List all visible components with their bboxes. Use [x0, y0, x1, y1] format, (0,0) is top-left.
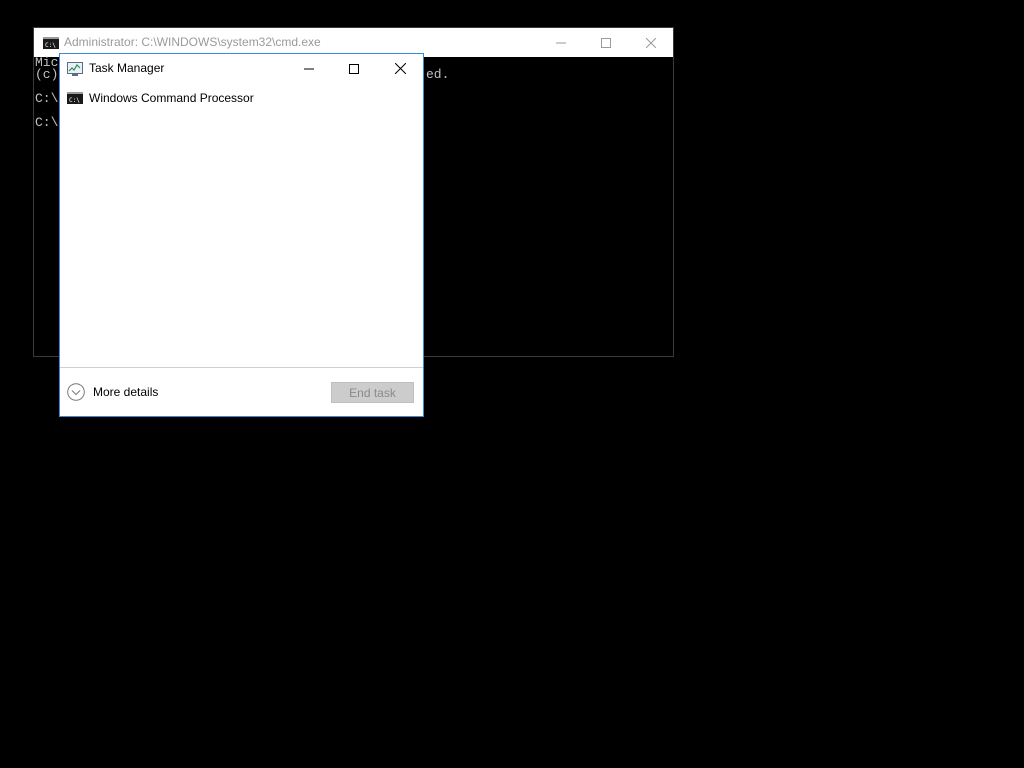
cmd-maximize-button[interactable] — [583, 28, 629, 57]
svg-text:C:\: C:\ — [69, 97, 80, 104]
task-manager-window[interactable]: Task Manager C:\ Windows Command Process… — [59, 53, 424, 417]
console-line: C:\ — [35, 91, 59, 106]
minimize-icon — [304, 68, 314, 69]
desktop: C:\ Administrator: C:\WINDOWS\system32\c… — [0, 0, 1024, 768]
end-task-button[interactable]: End task — [331, 382, 414, 403]
tm-close-button[interactable] — [377, 54, 423, 83]
list-item[interactable]: C:\ Windows Command Processor — [60, 87, 423, 109]
svg-text:C:\: C:\ — [45, 42, 56, 49]
cmd-window-title: Administrator: C:\WINDOWS\system32\cmd.e… — [64, 35, 321, 49]
cmd-icon: C:\ — [67, 92, 83, 104]
task-manager-titlebar[interactable]: Task Manager — [60, 54, 423, 84]
close-icon — [394, 63, 406, 74]
console-line-fragment: ed. — [426, 67, 450, 82]
console-line: (c) — [35, 67, 59, 82]
minimize-icon — [556, 42, 566, 43]
close-icon — [646, 37, 656, 48]
app-list: C:\ Windows Command Processor — [60, 84, 423, 367]
cmd-icon: C:\ — [43, 37, 59, 49]
app-name: Windows Command Processor — [89, 91, 254, 105]
cmd-minimize-button[interactable] — [538, 28, 584, 57]
task-manager-footer: More details End task — [60, 367, 423, 416]
more-details-button[interactable]: More details — [67, 382, 158, 402]
chevron-down-icon — [67, 383, 85, 401]
task-manager-icon — [67, 62, 83, 76]
task-manager-title: Task Manager — [89, 61, 165, 75]
tm-maximize-button[interactable] — [331, 54, 377, 83]
tm-minimize-button[interactable] — [286, 54, 332, 83]
console-line: C:\ — [35, 115, 59, 130]
maximize-icon — [601, 37, 611, 48]
cmd-close-button[interactable] — [628, 28, 674, 57]
maximize-icon — [349, 63, 359, 74]
more-details-label: More details — [93, 385, 159, 399]
